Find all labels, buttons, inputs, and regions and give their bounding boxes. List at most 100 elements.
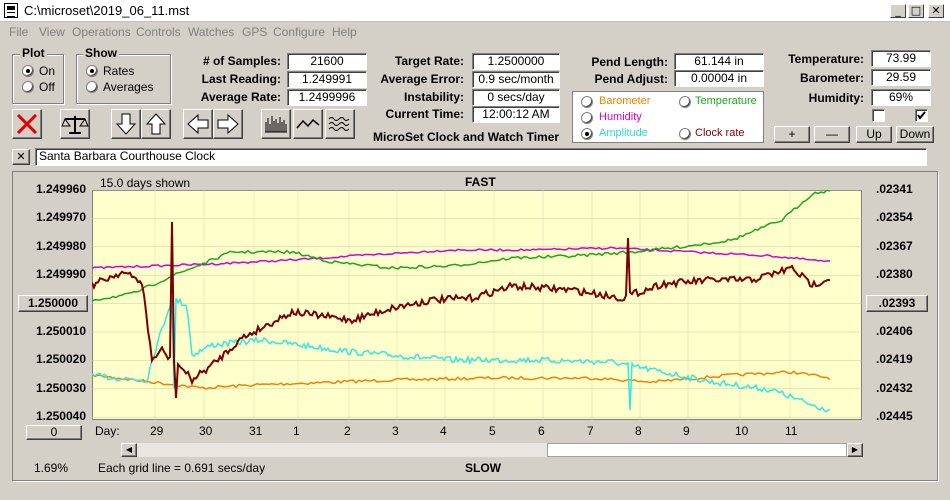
grid-note: Each grid line = 0.691 secs/day [98,461,266,475]
day-tick-label: 11 [785,424,798,438]
menu-bar: File View Operations Controls Watches GP… [0,22,950,42]
down-arrow-icon [115,113,137,135]
barometer-field: 29.59 [871,69,931,86]
clock-name-field[interactable]: Santa Barbara Courthouse Clock [35,148,927,166]
show-group [76,54,171,104]
day-tick-label: 3 [392,424,399,438]
right-tick-label: .02367 [876,238,913,253]
day-tick-label: 9 [683,424,690,438]
show-rates-radio[interactable] [86,65,98,77]
menu-file[interactable]: File [9,25,28,39]
right-tick-label: .02341 [876,182,913,196]
temperature-option: Temperature [695,95,757,107]
rate-line [92,221,831,399]
day-tick-label: 5 [489,424,496,438]
menu-view[interactable]: View [39,25,65,39]
day-tick-label: 10 [735,424,749,438]
left-tick-label: 1.249960 [35,182,86,196]
up-arrow-icon [145,113,167,135]
barometer-radio[interactable] [581,96,593,108]
right-tick-label: .02419 [876,352,913,367]
show-averages-radio[interactable] [86,81,98,93]
plot-off-radio[interactable] [22,81,34,93]
wave-button[interactable] [325,109,355,139]
left-tick-label: 1.249990 [35,267,86,282]
scroll-left-button[interactable]: ◀ [121,443,137,457]
stop-button[interactable] [12,109,42,139]
scroll-thumb[interactable] [547,443,847,457]
show-group-label: Show [83,46,119,60]
up-arrow-button[interactable] [141,109,171,139]
minus-button[interactable]: — [814,126,850,143]
horizontal-scrollbar[interactable]: ◀ ▶ [120,442,864,458]
barometer-option: Barometer [599,95,651,107]
left-tick-label: 1.250040 [35,409,86,424]
day-tick-label: 4 [440,424,447,438]
menu-gps[interactable]: GPS [242,25,267,39]
target-rate-field[interactable]: 1.2500000 [472,53,560,70]
balance-button[interactable] [60,109,90,139]
target-rate-label: Target Rate: [394,54,464,68]
average-error-label: Average Error: [380,72,464,86]
series-selector: Barometer Temperature Humidity Amplitude… [572,91,764,143]
menu-operations[interactable]: Operations [72,25,131,39]
samples-field: 21600 [287,53,367,70]
average-rate-field: 1.2499996 [287,89,367,106]
pend-length-field[interactable]: 61.144 in [674,53,764,70]
day-axis-label: Day: [95,424,120,438]
plot-on-label: On [39,64,56,78]
slow-label: SLOW [465,461,501,475]
zero-button[interactable]: 0 [26,425,82,440]
current-time-field: 12:00:12 AM [472,106,560,123]
down-button[interactable]: Down [896,126,934,143]
right-arrow-button[interactable] [213,109,243,139]
fast-label: FAST [465,175,496,189]
up-button[interactable]: Up [856,126,892,143]
plot-on-radio[interactable] [22,65,34,77]
menu-controls[interactable]: Controls [136,25,181,39]
menu-configure[interactable]: Configure [273,25,325,39]
scroll-right-button[interactable]: ▶ [847,443,863,457]
barometer-label: Barometer: [799,71,864,85]
show-rates-label: Rates [103,64,135,78]
app-icon[interactable] [4,3,18,18]
right-arrow-icon [217,113,239,135]
menu-help[interactable]: Help [332,25,357,39]
right-tick-label: .02354 [876,210,913,225]
day-tick-label: 7 [587,424,594,438]
plus-button[interactable]: + [774,126,810,143]
clear-clock-button[interactable]: ✕ [12,149,30,165]
menu-watches[interactable]: Watches [188,25,234,39]
minimize-button[interactable]: _ [890,4,906,18]
wave-icon [328,117,350,131]
days-shown-label: 15.0 days shown [100,176,191,190]
average-error-field: 0.9 sec/month [472,71,560,88]
left-tick-label: 1.250020 [35,352,86,367]
humidity-radio[interactable] [581,112,593,124]
window-title: C:\microset\2019_06_11.mst [24,3,190,18]
day-tick-label: 30 [199,424,213,438]
percent-label: 1.69% [34,461,69,475]
left-arrow-button[interactable] [183,109,213,139]
checked-checkbox[interactable] [915,109,928,122]
histogram-button[interactable] [261,109,291,139]
center-rate-button[interactable]: 1.250000 [18,294,88,312]
title-bar: C:\microset\2019_06_11.mst _ □ ✕ [0,0,950,22]
maximize-button[interactable]: □ [908,4,924,18]
unchecked-checkbox[interactable] [872,109,885,122]
temperature-radio[interactable] [679,96,691,108]
checkmark-icon [917,111,926,120]
humidity-label: Humidity: [808,91,864,105]
clock-rate-radio[interactable] [679,128,691,140]
left-tick-label: 1.249980 [35,238,86,253]
clock-rate-option: Clock rate [695,127,745,139]
down-arrow-button[interactable] [111,109,141,139]
amplitude-radio[interactable] [581,128,593,140]
pend-adjust-field: 0.00004 in [674,70,764,87]
line-graph-button[interactable] [293,109,323,139]
center-amplitude-button[interactable]: .02393 [866,294,928,312]
close-button[interactable]: ✕ [928,4,944,18]
samples-label: # of Samples: [202,54,281,68]
amplitude-line [92,297,831,413]
pend-adjust-label: Pend Adjust: [594,72,668,86]
